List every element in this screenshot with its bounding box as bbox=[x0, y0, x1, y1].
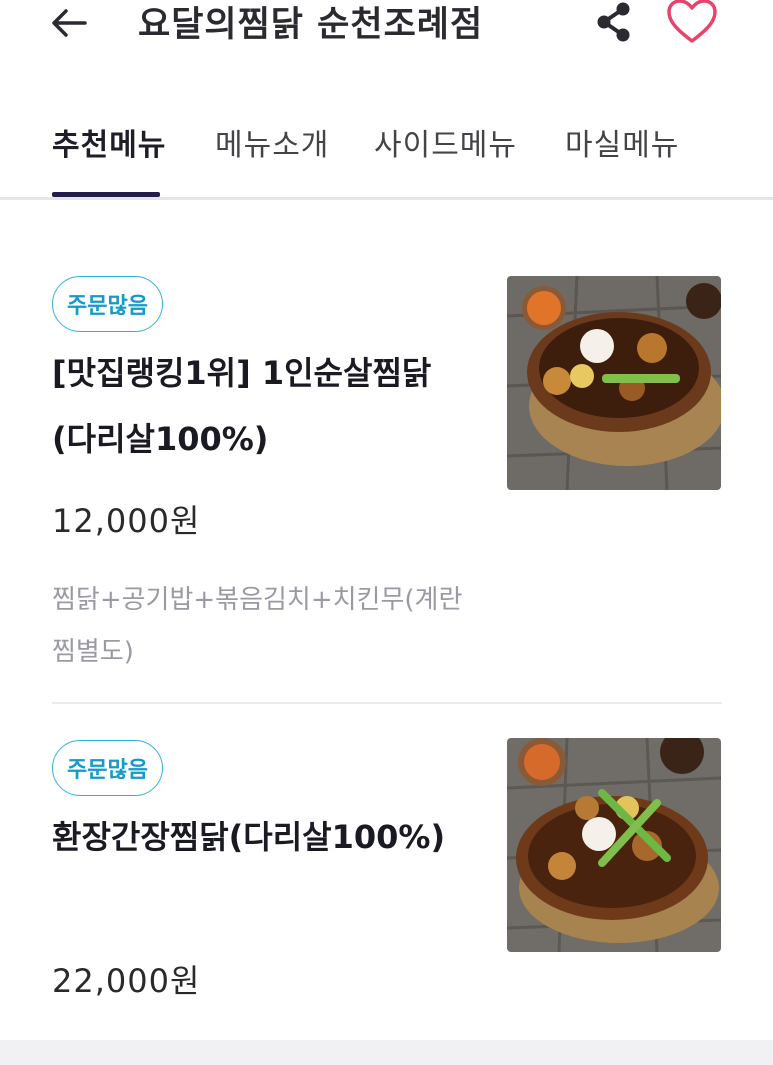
menu-item-price: 12,000원 bbox=[52, 502, 201, 540]
menu-item-photo bbox=[507, 738, 721, 952]
menu-item-2[interactable]: 주문많음 환장간장찜닭(다리살100%) 22,000원 bbox=[0, 704, 773, 1040]
menu-item-1[interactable]: 주문많음 [맛집랭킹1위] 1인순살찜닭(다리살100%) 12,000원 찜닭… bbox=[0, 0, 773, 700]
popular-badge: 주문많음 bbox=[52, 740, 163, 796]
menu-item-name: 환장간장찜닭(다리살100%) bbox=[52, 818, 446, 856]
menu-item-description: 찜닭+공기밥+볶음김치+치킨무(계란찜별도) bbox=[52, 585, 463, 667]
menu-item-name: [맛집랭킹1위] 1인순살찜닭(다리살100%) bbox=[52, 354, 432, 458]
menu-item-photo bbox=[507, 276, 721, 490]
popular-badge: 주문많음 bbox=[52, 276, 163, 332]
jjimdak-photo bbox=[507, 276, 721, 490]
bottom-separator bbox=[0, 1040, 773, 1065]
soy-jjimdak-photo bbox=[507, 738, 721, 952]
menu-item-price: 22,000원 bbox=[52, 962, 201, 1000]
